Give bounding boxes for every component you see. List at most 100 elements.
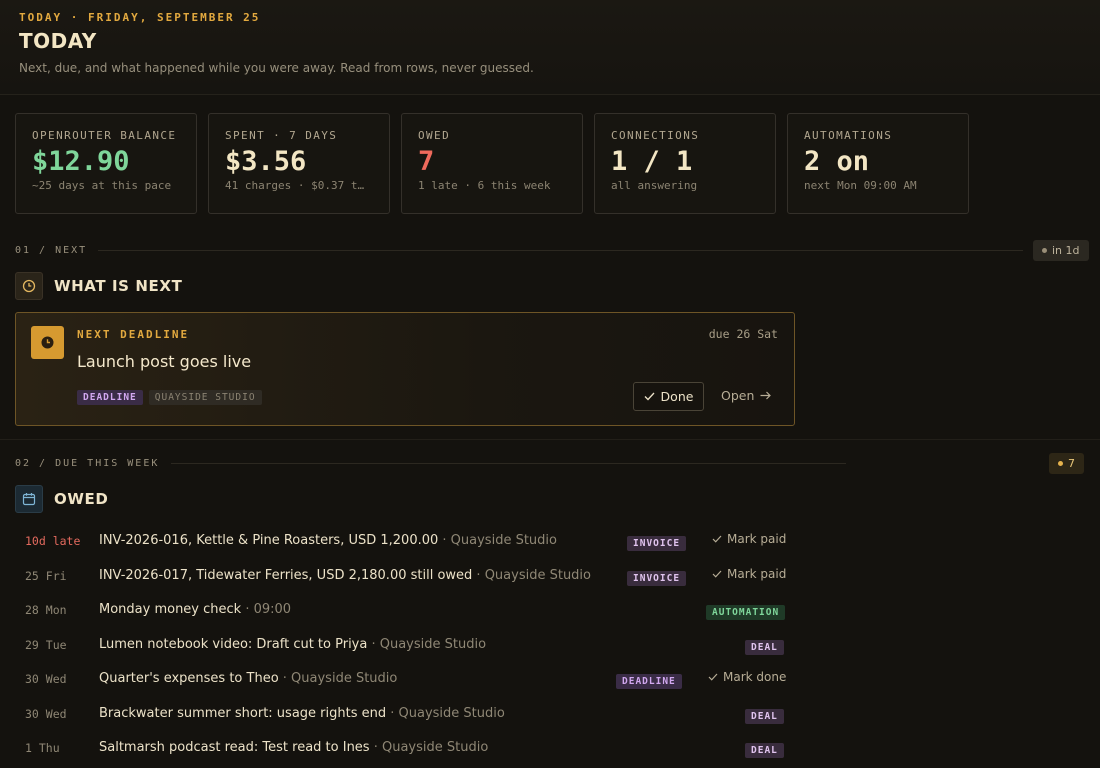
arrow-right-icon — [760, 391, 772, 400]
mark-paid-button[interactable]: Mark paid — [712, 532, 786, 546]
owed-row[interactable]: 28 Mon Monday money check · 09:00 AUTOMA… — [0, 595, 800, 629]
row-meta: · Quayside Studio — [438, 533, 557, 548]
row-title-text: Brackwater summer short: usage rights en… — [99, 706, 387, 721]
stat-sub: 41 charges · $0.37 t… — [225, 179, 365, 192]
stat-card-spent[interactable]: SPENT · 7 DAYS $3.56 41 charges · $0.37 … — [208, 113, 390, 214]
row-date: 1 Thu — [25, 741, 60, 755]
stat-label: OPENROUTER BALANCE — [32, 129, 177, 142]
row-meta: · Quayside Studio — [386, 706, 505, 721]
row-tag: DEADLINE — [616, 674, 682, 689]
section-rule — [98, 250, 1023, 251]
stat-card-connections[interactable]: CONNECTIONS 1 / 1 all answering — [594, 113, 776, 214]
page-title: TODAY — [19, 29, 97, 53]
row-title-text: INV-2026-016, Kettle & Pine Roasters, US… — [99, 533, 439, 548]
page-subtitle: Next, due, and what happened while you w… — [19, 61, 534, 75]
open-link[interactable]: Open — [721, 388, 772, 403]
stat-label: CONNECTIONS — [611, 129, 700, 142]
row-date: 29 Tue — [25, 638, 67, 652]
row-title: Monday money check · 09:00 — [99, 602, 291, 617]
section-label-next: 01 / NEXT — [15, 245, 88, 256]
row-meta: · Quayside Studio — [472, 568, 591, 583]
mark-paid-button[interactable]: Mark paid — [712, 567, 786, 581]
action-label: Mark paid — [727, 532, 787, 546]
stat-card-automations[interactable]: AUTOMATIONS 2 on next Mon 09:00 AM — [787, 113, 969, 214]
row-date: 30 Wed — [25, 707, 67, 721]
next-countdown-pill: in 1d — [1033, 240, 1089, 261]
stat-value: 7 — [418, 146, 435, 177]
stat-label: AUTOMATIONS — [804, 129, 893, 142]
check-icon — [712, 570, 722, 578]
action-label: Mark done — [723, 670, 787, 684]
next-card-due: due 26 Sat — [708, 327, 778, 341]
stat-card-owed[interactable]: OWED 7 1 late · 6 this week — [401, 113, 583, 214]
open-label: Open — [721, 388, 755, 403]
row-date: 10d late — [25, 534, 81, 548]
owed-row[interactable]: 30 Wed Quarter's expenses to Theo · Quay… — [0, 664, 800, 698]
row-meta: · Quayside Studio — [367, 637, 487, 652]
stat-value: $12.90 — [32, 146, 130, 177]
clock-icon — [31, 326, 64, 359]
section-title-next: WHAT IS NEXT — [54, 277, 183, 295]
row-title-text: Saltmarsh podcast read: Test read to Ine… — [99, 740, 370, 755]
stat-label: SPENT · 7 DAYS — [225, 129, 338, 142]
row-title: Brackwater summer short: usage rights en… — [99, 706, 505, 721]
owed-row[interactable]: 30 Wed Brackwater summer short: usage ri… — [0, 699, 800, 733]
row-title-text: Lumen notebook video: Draft cut to Priya — [99, 637, 368, 652]
owed-row[interactable]: 1 Thu Saltmarsh podcast read: Test read … — [0, 733, 800, 767]
row-tag: DEAL — [745, 743, 784, 758]
row-title-text: INV-2026-017, Tidewater Ferries, USD 2,1… — [99, 568, 473, 583]
row-title: Quarter's expenses to Theo · Quayside St… — [99, 671, 397, 686]
section-label-due: 02 / DUE THIS WEEK — [15, 458, 160, 469]
section-divider — [0, 439, 1100, 440]
done-button[interactable]: Done — [633, 382, 704, 411]
clock-icon — [15, 272, 43, 300]
row-date: 30 Wed — [25, 672, 67, 686]
row-tag: DEAL — [745, 640, 784, 655]
row-date: 25 Fri — [25, 569, 67, 583]
stat-value: 2 on — [804, 146, 870, 177]
next-card-title: Launch post goes live — [77, 352, 252, 371]
done-label: Done — [660, 389, 694, 404]
section-title-owed: OWED — [54, 490, 109, 508]
row-title: INV-2026-016, Kettle & Pine Roasters, US… — [99, 533, 557, 548]
row-title: Lumen notebook video: Draft cut to Priya… — [99, 637, 486, 652]
stat-label: OWED — [418, 129, 451, 142]
row-tag: INVOICE — [627, 536, 687, 551]
next-card-tags: DEADLINE QUAYSIDE STUDIO — [77, 390, 262, 405]
stat-sub: all answering — [611, 179, 698, 192]
owed-row[interactable]: 29 Tue Lumen notebook video: Draft cut t… — [0, 630, 800, 664]
next-deadline-card[interactable]: NEXT DEADLINE due 26 Sat Launch post goe… — [15, 312, 795, 426]
tag-deadline: DEADLINE — [77, 390, 143, 405]
section-rule — [171, 463, 846, 464]
owed-row[interactable]: 10d late INV-2026-016, Kettle & Pine Roa… — [0, 526, 800, 560]
date-eyebrow: TODAY · FRIDAY, SEPTEMBER 25 — [19, 11, 261, 24]
row-title-text: Monday money check — [99, 602, 242, 617]
row-title-text: Quarter's expenses to Theo — [99, 671, 279, 686]
page-header: TODAY · FRIDAY, SEPTEMBER 25 TODAY Next,… — [0, 0, 1100, 95]
stat-card-balance[interactable]: OPENROUTER BALANCE $12.90 ~25 days at th… — [15, 113, 197, 214]
stat-sub: next Mon 09:00 AM — [804, 179, 917, 192]
row-title: INV-2026-017, Tidewater Ferries, USD 2,1… — [99, 568, 591, 583]
check-icon — [708, 673, 718, 681]
row-meta: · Quayside Studio — [278, 671, 398, 686]
next-card-eyebrow: NEXT DEADLINE — [77, 328, 190, 341]
row-title: Saltmarsh podcast read: Test read to Ine… — [99, 740, 488, 755]
row-meta: · Quayside Studio — [369, 740, 489, 755]
stat-sub: 1 late · 6 this week — [418, 179, 551, 192]
action-label: Mark paid — [727, 567, 787, 581]
row-tag: AUTOMATION — [706, 605, 786, 620]
mark-done-button[interactable]: Mark done — [708, 670, 786, 684]
row-tag: DEAL — [745, 709, 784, 724]
tag-client: QUAYSIDE STUDIO — [148, 390, 262, 405]
status-dot-icon — [1042, 248, 1047, 253]
calendar-icon — [15, 485, 43, 513]
check-icon — [644, 392, 655, 401]
row-meta: · 09:00 — [241, 602, 292, 617]
owed-count-pill: 7 — [1049, 453, 1084, 474]
stat-sub: ~25 days at this pace — [32, 179, 172, 192]
check-icon — [712, 535, 722, 543]
owed-row[interactable]: 25 Fri INV-2026-017, Tidewater Ferries, … — [0, 561, 800, 595]
stat-value: 1 / 1 — [611, 146, 693, 177]
pill-text: in 1d — [1052, 244, 1080, 257]
stat-value: $3.56 — [225, 146, 307, 177]
